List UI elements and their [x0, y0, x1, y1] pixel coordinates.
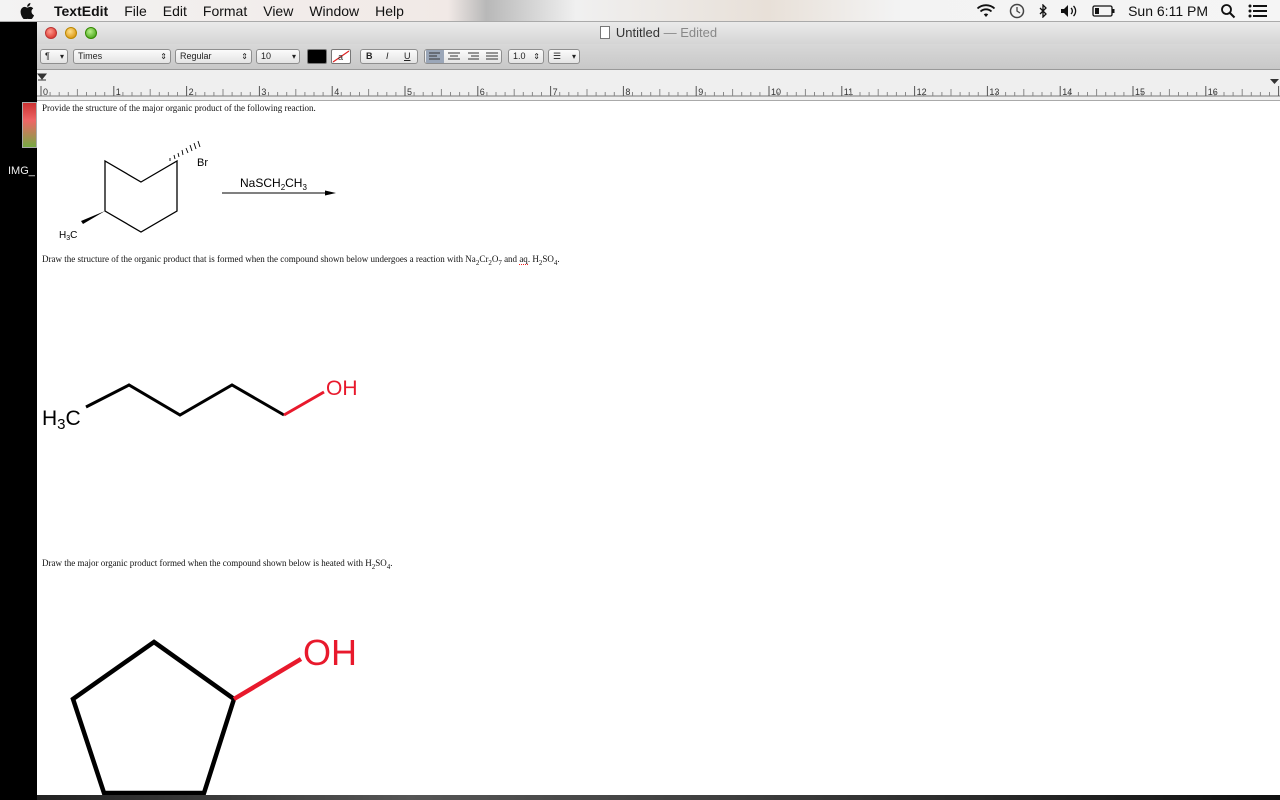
menu-app-name[interactable]: TextEdit	[46, 0, 116, 22]
font-family-popup[interactable]: Times ⇕	[73, 49, 171, 64]
svg-text:a: a	[338, 52, 343, 62]
desktop-file-label[interactable]: IMG_	[8, 165, 35, 177]
menu-edit[interactable]: Edit	[155, 0, 195, 22]
question-3-text: Draw the major organic product formed wh…	[42, 558, 393, 571]
textedit-window: Untitled — Edited ¶ ▾ Times ⇕ Regular ⇕ 10 ▾…	[37, 22, 1280, 795]
pentanol-diagram: H3C OH	[42, 377, 358, 433]
menu-format[interactable]: Format	[195, 0, 255, 22]
ruler-label: 10	[771, 87, 781, 97]
reaction-1-diagram: Br H3C NaSCH2CH3	[59, 140, 336, 242]
methyl-label: H3C	[59, 230, 77, 242]
ruler-label: 16	[1208, 87, 1218, 97]
notification-list-icon[interactable]	[1242, 0, 1280, 22]
bromine-label: Br	[197, 157, 208, 169]
battery-icon[interactable]	[1086, 0, 1122, 22]
menu-view[interactable]: View	[255, 0, 301, 22]
alignment-segment	[424, 49, 502, 64]
time-machine-icon[interactable]	[1002, 0, 1032, 22]
stepper-icon: ⇕	[160, 52, 167, 61]
ruler-scale: 01234567891011121314151617	[37, 73, 1280, 97]
ruler-label: 4	[334, 87, 339, 97]
ruler-label: 1	[116, 87, 121, 97]
hydroxyl-label: OH	[303, 632, 357, 673]
cyclopentane-ring	[70, 639, 237, 795]
text-color-well[interactable]	[307, 49, 327, 64]
spotlight-icon[interactable]	[1214, 0, 1242, 22]
font-family-value: Times	[78, 51, 103, 61]
stepper-icon: ⇕	[533, 52, 540, 61]
font-size-value: 10	[261, 51, 272, 61]
font-size-combo[interactable]: 10 ▾	[256, 49, 300, 64]
format-toolbar: ¶ ▾ Times ⇕ Regular ⇕ 10 ▾ a B I U 1.0 ⇕…	[37, 44, 1280, 70]
ruler-label: 8	[625, 87, 630, 97]
italic-button[interactable]: I	[386, 50, 389, 63]
document-name: Untitled	[615, 25, 660, 40]
hashed-wedge-bond	[169, 140, 201, 161]
cyclohexane-ring	[104, 159, 178, 233]
ruler-label: 5	[407, 87, 412, 97]
menu-window[interactable]: Window	[301, 0, 367, 22]
list-bullets-popup[interactable]: ☰ ▾	[548, 49, 580, 64]
line-spacing-popup[interactable]: 1.0 ⇕	[508, 49, 544, 64]
apple-menu-icon[interactable]	[18, 2, 36, 20]
font-style-value: Regular	[180, 51, 212, 61]
hydroxyl-label: OH	[326, 377, 358, 400]
ruler-label: 14	[1062, 87, 1072, 97]
ruler-label: 3	[261, 87, 266, 97]
no-color-icon: a	[332, 50, 350, 63]
font-style-popup[interactable]: Regular ⇕	[175, 49, 252, 64]
desktop-file-thumbnail[interactable]	[22, 102, 37, 148]
window-titlebar[interactable]: Untitled — Edited	[37, 22, 1280, 44]
ruler-label: 9	[698, 87, 703, 97]
document-body[interactable]: Provide the structure of the major organ…	[37, 101, 1280, 795]
underline-button[interactable]: U	[404, 50, 411, 63]
chevron-down-icon: ▾	[291, 52, 296, 61]
stepper-icon: ⇕	[241, 52, 248, 61]
ruler-label: 15	[1135, 87, 1145, 97]
chevron-down-icon: ▾	[59, 52, 64, 61]
desktop-wallpaper-bottom	[37, 795, 1280, 800]
carbon-chain	[85, 383, 285, 417]
list-icon: ☰	[553, 51, 562, 61]
ruler-label: 12	[917, 87, 927, 97]
ruler-label: 7	[553, 87, 558, 97]
menu-bar: TextEdit File Edit Format View Window He…	[0, 0, 1280, 22]
wifi-icon[interactable]	[970, 0, 1002, 22]
window-title: Untitled — Edited	[37, 25, 1280, 40]
ruler-label: 13	[989, 87, 999, 97]
menu-file[interactable]: File	[116, 0, 155, 22]
ruler[interactable]: 01234567891011121314151617	[37, 70, 1280, 101]
bold-button[interactable]: B	[366, 50, 373, 63]
reagent-label: NaSCH2CH3	[240, 176, 307, 192]
ruler-label: 6	[480, 87, 485, 97]
volume-icon[interactable]	[1054, 0, 1086, 22]
tab-stop-icon[interactable]	[37, 73, 48, 81]
paragraph-style-popup[interactable]: ¶ ▾	[40, 49, 68, 64]
question-2-text: Draw the structure of the organic produc…	[42, 254, 560, 267]
c-o-bond	[283, 390, 325, 417]
methyl-label: H3C	[42, 407, 81, 433]
chevron-down-icon: ▾	[571, 52, 576, 61]
cyclopentanol-diagram: OH	[70, 632, 357, 795]
highlight-color-well[interactable]: a	[331, 49, 351, 64]
paragraph-icon: ¶	[45, 51, 50, 61]
ruler-label: 11	[844, 87, 853, 97]
right-margin-marker[interactable]	[1270, 79, 1279, 84]
line-spacing-value: 1.0	[513, 51, 526, 61]
clock-text[interactable]: Sun 6:11 PM	[1122, 0, 1214, 22]
ruler-label: 0	[43, 87, 48, 97]
arrowhead-icon	[325, 190, 336, 196]
ruler-label: 2	[189, 87, 194, 97]
c-o-bond	[232, 657, 303, 701]
menu-help[interactable]: Help	[367, 0, 412, 22]
document-icon	[599, 26, 610, 39]
text-style-segment: B I U	[360, 49, 418, 64]
solid-wedge-bond	[81, 211, 105, 224]
edited-status: — Edited	[663, 25, 718, 40]
bluetooth-icon[interactable]	[1032, 0, 1054, 22]
